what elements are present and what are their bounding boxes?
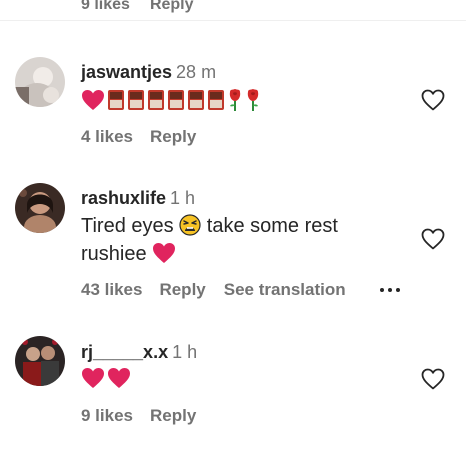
- chocolate-bar-icon: [108, 90, 124, 110]
- chocolate-bar-icon: [208, 90, 224, 110]
- red-heart-icon: [82, 90, 104, 110]
- likes-count[interactable]: 9 likes: [81, 0, 130, 18]
- avatar[interactable]: [15, 183, 65, 233]
- username[interactable]: rashuxlife: [81, 188, 166, 208]
- comment-text: [81, 367, 131, 389]
- avatar[interactable]: [15, 336, 65, 386]
- comment-text-part: rushiee: [81, 243, 147, 265]
- like-heart-icon[interactable]: [421, 368, 445, 390]
- username[interactable]: jaswantjes: [81, 62, 172, 82]
- tired-face-icon: [179, 214, 201, 236]
- comment-header: rashuxlife 1 h: [81, 188, 195, 209]
- reply-button[interactable]: Reply: [150, 406, 196, 426]
- avatar[interactable]: [15, 57, 65, 107]
- more-options-icon[interactable]: [379, 288, 400, 292]
- comment-actions: 4 likes Reply: [81, 127, 196, 147]
- reply-button[interactable]: Reply: [150, 0, 194, 18]
- chocolate-bar-icon: [168, 90, 184, 110]
- comment-actions: 43 likes Reply See translation: [81, 280, 400, 300]
- timestamp[interactable]: 1 h: [172, 342, 197, 362]
- chocolate-bar-icon: [188, 90, 204, 110]
- red-heart-icon: [82, 368, 104, 388]
- likes-count[interactable]: 9 likes: [81, 406, 133, 426]
- comment-actions: 9 likes Reply: [81, 406, 196, 426]
- timestamp[interactable]: 1 h: [170, 188, 195, 208]
- like-heart-icon[interactable]: [421, 89, 445, 111]
- comment-text-part: Tired eyes: [81, 215, 174, 237]
- likes-count[interactable]: 4 likes: [81, 127, 133, 147]
- red-heart-icon: [108, 368, 130, 388]
- comment-text: Tired eyes take some rest rushiee: [81, 212, 401, 268]
- rose-icon: [229, 89, 241, 111]
- reply-button[interactable]: Reply: [159, 280, 205, 300]
- reply-button[interactable]: Reply: [150, 127, 196, 147]
- divider: [0, 20, 466, 21]
- see-translation-link[interactable]: See translation: [224, 280, 346, 300]
- chocolate-bar-icon: [148, 90, 164, 110]
- comment-text: [81, 88, 261, 112]
- comment-text-part: take some rest: [206, 215, 338, 237]
- like-heart-icon[interactable]: [421, 228, 445, 250]
- chocolate-bar-icon: [128, 90, 144, 110]
- likes-count[interactable]: 43 likes: [81, 280, 142, 300]
- red-heart-icon: [153, 243, 176, 263]
- previous-comment-meta: 9 likes Reply: [81, 0, 194, 18]
- username[interactable]: rj_____x.x: [81, 342, 168, 362]
- comment-header: rj_____x.x 1 h: [81, 342, 197, 363]
- rose-icon: [247, 89, 259, 111]
- timestamp[interactable]: 28 m: [176, 62, 216, 82]
- comment-header: jaswantjes 28 m: [81, 62, 216, 83]
